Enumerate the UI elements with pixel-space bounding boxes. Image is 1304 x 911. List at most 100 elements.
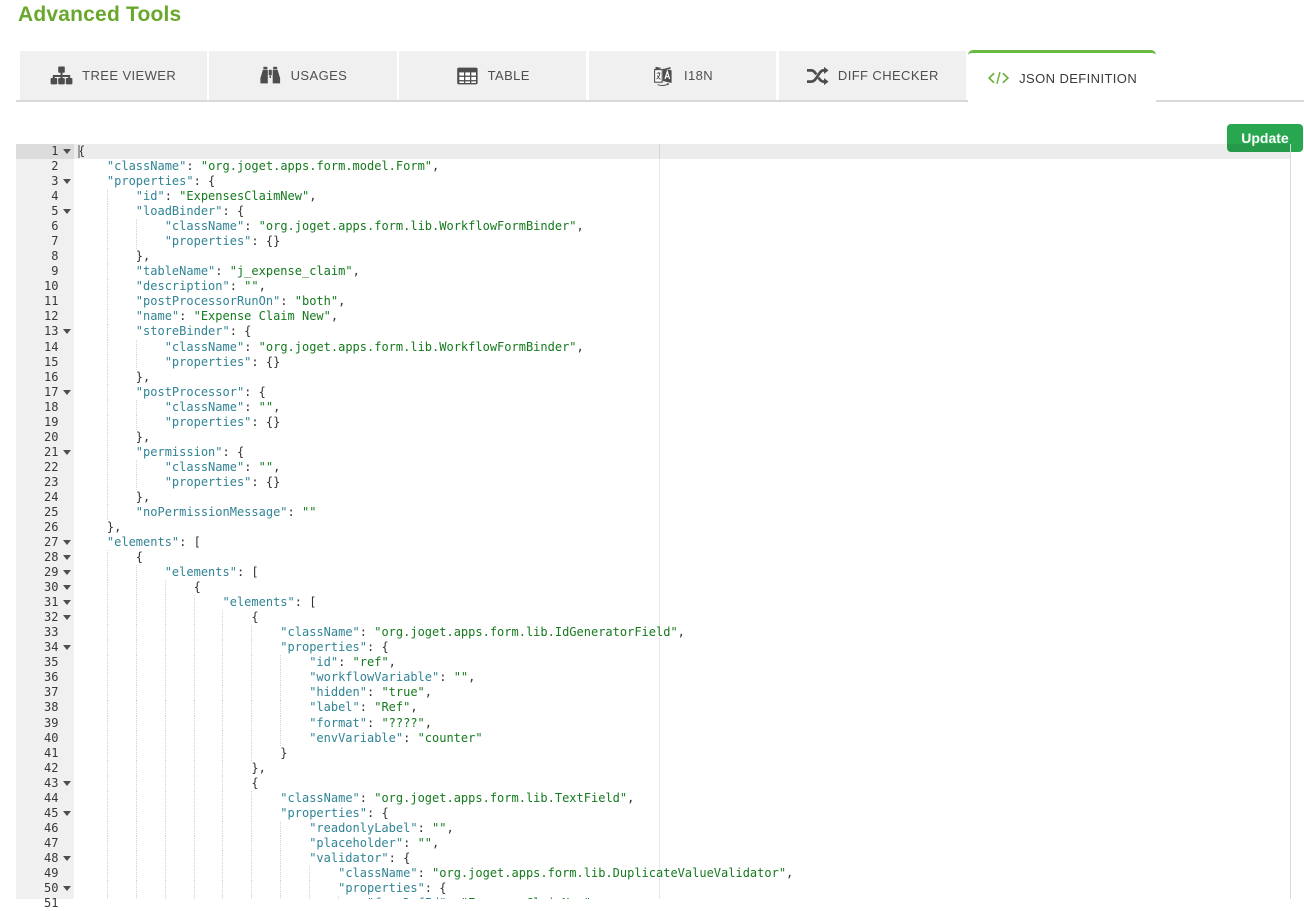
json-editor[interactable]: 1234567891011121314151617181920212223242… (0, 144, 1304, 899)
indent-guide-line (251, 670, 252, 685)
fold-toggle-icon[interactable] (63, 811, 71, 816)
gutter-row: 5 (16, 204, 74, 219)
indent-guide-line (107, 385, 108, 400)
tab-label: TABLE (488, 68, 530, 83)
code-line: "className": "", (74, 460, 1304, 475)
fold-toggle-icon[interactable] (63, 600, 71, 605)
fold-toggle-icon[interactable] (63, 886, 71, 891)
gutter-row: 20 (16, 430, 74, 445)
indent-guide-line (165, 731, 166, 746)
fold-toggle-icon[interactable] (63, 209, 71, 214)
indent-guide-line (194, 776, 195, 791)
code-line: "properties": { (74, 174, 1304, 189)
gutter-row: 35 (16, 655, 74, 670)
line-number: 23 (44, 475, 58, 489)
indent-guide-line (136, 716, 137, 731)
fold-toggle-icon[interactable] (63, 540, 71, 545)
fold-toggle-icon[interactable] (63, 555, 71, 560)
code-line: "properties": {} (74, 475, 1304, 490)
tab-table[interactable]: TABLE (399, 51, 586, 100)
indent-guide-line (280, 836, 281, 851)
gutter-row: 1 (16, 144, 74, 159)
indent-guide-line (107, 294, 108, 309)
line-number: 9 (51, 264, 58, 278)
indent-guide-line (107, 430, 108, 445)
tab-diff-checker[interactable]: DIFF CHECKER (779, 51, 966, 100)
indent-guide-line (251, 881, 252, 896)
editor-code-area[interactable]: { "className": "org.joget.apps.form.mode… (74, 144, 1304, 899)
code-line: "hidden": "true", (74, 685, 1304, 700)
indent-guide-line (136, 400, 137, 415)
fold-toggle-icon[interactable] (63, 149, 71, 154)
gutter-row: 12 (16, 309, 74, 324)
indent-guide-line (165, 685, 166, 700)
line-number: 44 (44, 791, 58, 805)
indent-guide-line (251, 746, 252, 761)
gutter-row: 24 (16, 490, 74, 505)
code-line: "properties": { (74, 806, 1304, 821)
indent-guide-line (251, 821, 252, 836)
fold-toggle-icon[interactable] (63, 856, 71, 861)
indent-guide-line (107, 219, 108, 234)
gutter-row: 25 (16, 505, 74, 520)
gutter-row: 31 (16, 595, 74, 610)
indent-guide-line (165, 806, 166, 821)
indent-guide-line (107, 445, 108, 460)
code-line: "className": "org.joget.apps.form.lib.Du… (74, 866, 1304, 881)
gutter-row: 41 (16, 746, 74, 761)
indent-guide-line (222, 791, 223, 806)
fold-toggle-icon[interactable] (63, 390, 71, 395)
fold-toggle-icon[interactable] (63, 450, 71, 455)
gutter-row: 23 (16, 475, 74, 490)
fold-toggle-icon[interactable] (63, 329, 71, 334)
gutter-row: 47 (16, 836, 74, 851)
tab-tree-viewer[interactable]: TREE VIEWER (20, 51, 207, 100)
indent-guide-line (165, 821, 166, 836)
gutter-row: 21 (16, 445, 74, 460)
tab-json-definition[interactable]: JSON DEFINITION (968, 50, 1155, 103)
indent-guide-line (107, 505, 108, 520)
indent-guide-line (165, 610, 166, 625)
line-number: 40 (44, 731, 58, 745)
fold-toggle-icon[interactable] (63, 781, 71, 786)
indent-guide-line (222, 866, 223, 881)
code-line: "elements": [ (74, 565, 1304, 580)
code-line: "className": "org.joget.apps.form.model.… (74, 159, 1304, 174)
line-number: 6 (51, 219, 58, 233)
code-line: "properties": { (74, 881, 1304, 896)
binoculars-icon (259, 66, 282, 86)
indent-guide-line (136, 685, 137, 700)
fold-toggle-icon[interactable] (63, 570, 71, 575)
code-line: "properties": {} (74, 415, 1304, 430)
tab-label: I18N (684, 68, 713, 83)
code-line: "envVariable": "counter" (74, 731, 1304, 746)
indent-guide-line (136, 355, 137, 370)
indent-guide-line (194, 655, 195, 670)
tab-usages[interactable]: USAGES (209, 51, 396, 100)
indent-guide-line (194, 866, 195, 881)
indent-guide-line (280, 655, 281, 670)
tab-i18n[interactable]: I18N (589, 51, 776, 100)
line-number: 15 (44, 355, 58, 369)
table-icon (456, 66, 479, 86)
code-line: "permission": { (74, 445, 1304, 460)
indent-guide-line (136, 340, 137, 355)
fold-toggle-icon[interactable] (63, 585, 71, 590)
indent-guide-line (251, 866, 252, 881)
gutter-row: 36 (16, 670, 74, 685)
code-line: "id": "ExpensesClaimNew", (74, 189, 1304, 204)
indent-guide-line (222, 731, 223, 746)
gutter-row: 16 (16, 370, 74, 385)
indent-guide-line (136, 866, 137, 881)
shuffle-icon (806, 66, 829, 86)
code-line: "readonlyLabel": "", (74, 821, 1304, 836)
fold-toggle-icon[interactable] (63, 645, 71, 650)
indent-guide-line (222, 670, 223, 685)
code-line: }, (74, 490, 1304, 505)
line-number: 35 (44, 655, 58, 669)
indent-guide-line (280, 716, 281, 731)
indent-guide-line (194, 881, 195, 896)
fold-toggle-icon[interactable] (63, 615, 71, 620)
tab-bar: TREE VIEWERUSAGES TABLE I18N DIFF CHECKERJS… (16, 51, 1304, 102)
fold-toggle-icon[interactable] (63, 179, 71, 184)
